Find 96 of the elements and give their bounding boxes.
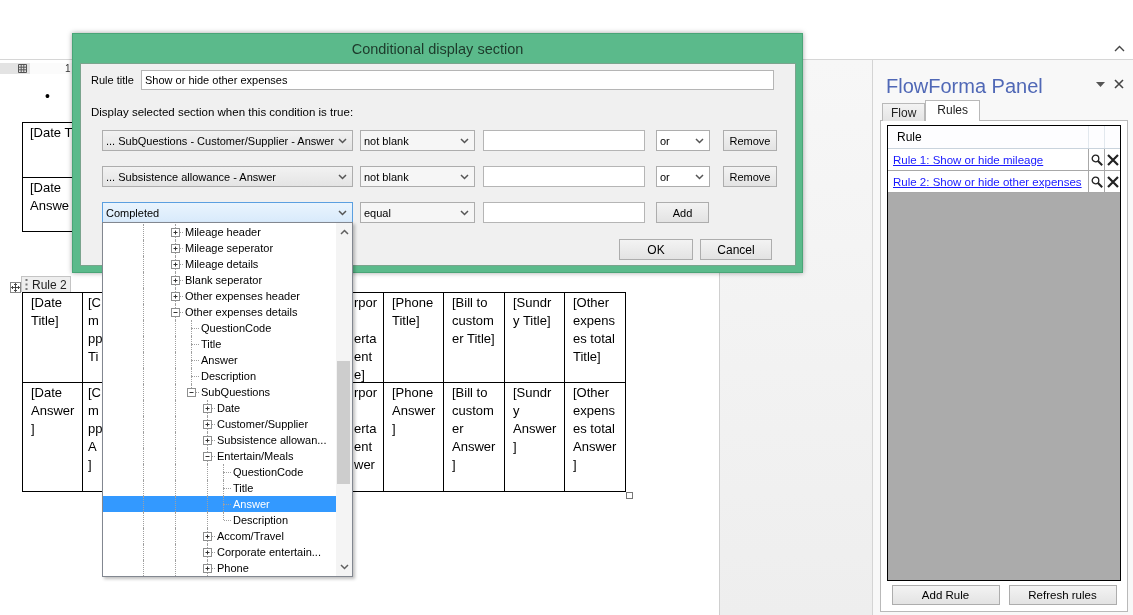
remove-button[interactable]: Remove (723, 166, 777, 187)
plus-box-icon[interactable] (203, 564, 212, 573)
tree-item[interactable]: Blank seperator (103, 272, 336, 288)
minus-box-icon[interactable] (187, 388, 196, 397)
content-control-tag[interactable]: Rule 2 (21, 276, 71, 292)
tree-item[interactable]: Phone (103, 560, 336, 576)
value-field[interactable] (483, 130, 645, 151)
value-field[interactable] (483, 202, 645, 223)
rule-title-field[interactable]: Show or hide other expenses (141, 70, 774, 90)
plus-box-icon[interactable] (203, 548, 212, 557)
tree-item[interactable]: Mileage header (103, 224, 336, 240)
chevron-down-icon (338, 209, 347, 216)
chevron-down-icon (338, 173, 347, 180)
column-header: Rule (888, 126, 1089, 148)
plus-box-icon[interactable] (203, 532, 212, 541)
chevron-down-icon (338, 137, 347, 144)
tree-item[interactable]: Description (103, 512, 336, 528)
chevron-down-icon (460, 137, 469, 144)
tree-item[interactable]: Mileage seperator (103, 240, 336, 256)
join-dropdown[interactable]: or (656, 130, 710, 151)
cross-icon[interactable] (1106, 153, 1119, 166)
grip-icon (25, 279, 28, 290)
chevron-up-icon[interactable] (1114, 45, 1125, 52)
tree-item[interactable]: Entertain/Meals (103, 448, 336, 464)
tab[interactable]: Flow (882, 103, 926, 121)
search-icon[interactable] (1090, 175, 1103, 188)
minus-box-icon[interactable] (203, 452, 212, 461)
tree-item[interactable]: Customer/Supplier (103, 416, 336, 432)
panel-button[interactable]: Add Rule (891, 585, 1000, 605)
plus-box-icon[interactable] (171, 260, 180, 269)
table-cell: [Phone Title] (384, 293, 444, 383)
tree-item[interactable]: Subsistence allowan... (103, 432, 336, 448)
table-cell: [Other expenses total Answer] (565, 383, 626, 492)
chevron-down-icon (695, 173, 704, 180)
table-cell: [Sundry Title] (505, 293, 565, 383)
panel-title: FlowForma Panel (886, 74, 1043, 99)
tree-item[interactable]: Other expenses details (103, 304, 336, 320)
value-field[interactable] (483, 166, 645, 187)
caret-down-icon[interactable] (1096, 82, 1105, 87)
field-dropdown[interactable]: Completed (102, 202, 353, 223)
chevron-down-icon (460, 173, 469, 180)
table-cell: [Bill to customer Answer] (444, 383, 505, 492)
bullet: • (45, 87, 50, 105)
instruction-text: Display selected section when this condition is true: (91, 105, 355, 120)
operator-dropdown[interactable]: not blank (360, 130, 475, 151)
ruler-number: 1 (65, 63, 71, 74)
add-button[interactable]: Add (656, 202, 709, 223)
tree-item[interactable]: Accom/Travel (103, 528, 336, 544)
tree-item[interactable]: Mileage details (103, 256, 336, 272)
table-cell: [Other expenses total Title] (565, 293, 626, 383)
panel-button[interactable]: Refresh rules (1008, 585, 1117, 605)
table-cell: [Bill to customer Title] (444, 293, 505, 383)
tree-item[interactable]: Description (103, 368, 336, 384)
tree-item[interactable]: QuestionCode (103, 320, 336, 336)
cross-icon[interactable] (1106, 175, 1119, 188)
table-cell: [Date Answer] (23, 383, 83, 492)
remove-button[interactable]: Remove (723, 130, 777, 151)
join-dropdown[interactable]: or (656, 166, 710, 187)
plus-box-icon[interactable] (171, 228, 180, 237)
close-icon[interactable] (1114, 79, 1124, 89)
grid-icon[interactable] (18, 64, 27, 73)
operator-dropdown[interactable]: equal (360, 202, 475, 223)
plus-box-icon[interactable] (203, 404, 212, 413)
table-cell: [Date Title] (23, 293, 83, 383)
dialog-title: Conditional display section (350, 40, 525, 59)
chevron-up-icon[interactable] (340, 229, 349, 235)
plus-box-icon[interactable] (203, 420, 212, 429)
search-icon[interactable] (1090, 153, 1103, 166)
operator-dropdown[interactable]: not blank (360, 166, 475, 187)
rule-title-label: Rule title (91, 73, 135, 87)
tab[interactable]: Rules (925, 100, 981, 121)
scrollbar[interactable] (336, 223, 352, 576)
chevron-down-icon (695, 137, 704, 144)
tree-item[interactable]: SubQuestions (103, 384, 336, 400)
tree-item[interactable]: Answer (103, 352, 336, 368)
dialog-button[interactable]: Cancel (700, 239, 772, 260)
scrollbar-thumb[interactable] (337, 361, 350, 484)
plus-box-icon[interactable] (171, 244, 180, 253)
table-cell: [Sundry Answer] (505, 383, 565, 492)
plus-box-icon[interactable] (171, 276, 180, 285)
minus-box-icon[interactable] (171, 308, 180, 317)
field-dropdown[interactable]: ... SubQuestions - Customer/Supplier - Answer (102, 130, 353, 151)
resize-handle-icon[interactable] (626, 492, 633, 499)
tree-item[interactable]: Corporate entertain... (103, 544, 336, 560)
table-cell: [Phone Answer] (384, 383, 444, 492)
tree-item[interactable]: QuestionCode (103, 464, 336, 480)
tree-item[interactable]: Date (103, 400, 336, 416)
dialog-button[interactable]: OK (619, 239, 693, 260)
field-dropdown[interactable]: ... Subsistence allowance - Answer (102, 166, 353, 187)
chevron-down-icon[interactable] (340, 564, 349, 570)
plus-box-icon[interactable] (203, 436, 212, 445)
move-icon[interactable] (10, 282, 21, 293)
tree-item[interactable]: Title (103, 336, 336, 352)
chevron-down-icon (460, 209, 469, 216)
tree-item[interactable]: Other expenses header (103, 288, 336, 304)
plus-box-icon[interactable] (171, 292, 180, 301)
